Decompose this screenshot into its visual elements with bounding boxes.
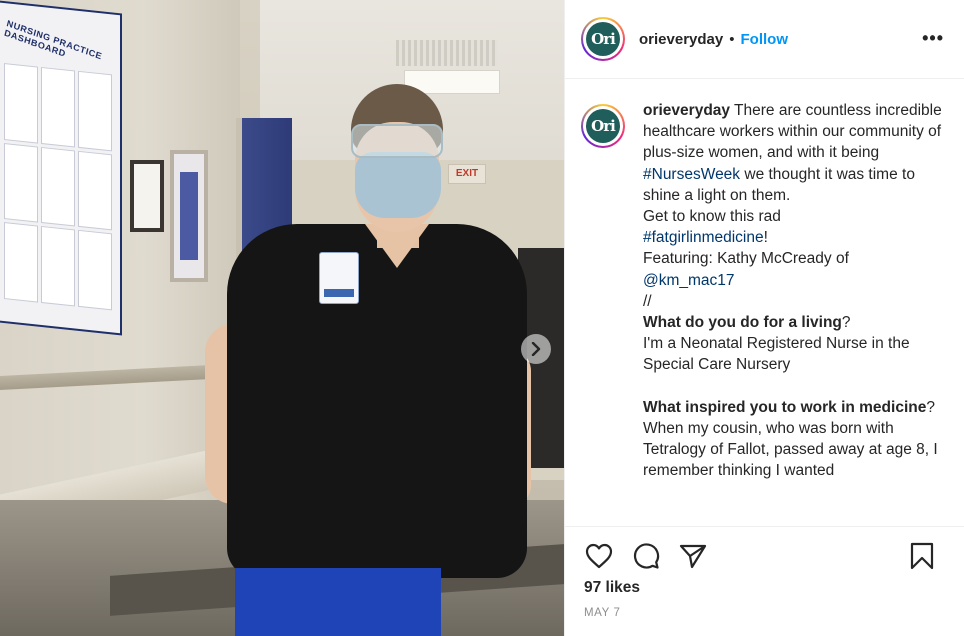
post-side-panel: Ori orieveryday • Follow ••• Ori oriever… [564, 0, 964, 636]
black-scrubs [227, 224, 527, 578]
comment-icon [633, 543, 660, 569]
heart-icon [585, 543, 613, 569]
likes-count[interactable]: 97 likes [565, 571, 964, 597]
chevron-right-icon [531, 342, 541, 356]
caption-line: Get to know this rad [643, 208, 781, 226]
question-heading: What inspired you to work in medicine [643, 398, 927, 416]
caption-username[interactable]: orieveryday [643, 102, 730, 119]
caption-area[interactable]: Ori orieveryday There are countless incr… [565, 80, 964, 526]
hashtag-link[interactable]: #fatgirlinmedicine [643, 229, 764, 246]
caption-slashes: // [643, 292, 652, 310]
wall-frame-tall [170, 150, 208, 282]
paper-plane-icon [679, 544, 707, 569]
post-header: Ori orieveryday • Follow ••• [565, 0, 964, 79]
id-badge [319, 252, 359, 304]
blue-pants [235, 568, 441, 636]
carousel-next-button[interactable] [521, 334, 551, 364]
face-mask [355, 152, 441, 218]
question-mark: ? [926, 398, 935, 416]
question-mark: ? [841, 314, 851, 332]
share-button[interactable] [677, 541, 709, 571]
separator-dot: • [729, 30, 735, 48]
nursing-dashboard-board: NURSING PRACTICE DASHBOARD [0, 0, 122, 336]
mention-link[interactable]: @km_mac17 [643, 272, 735, 289]
post-date: MAY 7 [584, 607, 621, 619]
nurse-figure [205, 84, 535, 636]
ceiling-vent [396, 40, 498, 66]
caption-text: orieveryday There are countless incredib… [643, 100, 943, 526]
avatar[interactable]: Ori [581, 17, 625, 61]
follow-button[interactable]: Follow [741, 31, 789, 48]
action-icons [565, 527, 964, 571]
avatar-logo: Ori [586, 22, 620, 56]
caption-featuring: Featuring: Kathy McCready of [643, 250, 849, 268]
answer-text: I'm a Neonatal Registered Nurse in the S… [643, 335, 910, 374]
caption-avatar[interactable]: Ori [581, 104, 625, 148]
caption-punct: ! [763, 229, 768, 247]
post-actions: 97 likes MAY 7 [565, 526, 964, 636]
like-button[interactable] [583, 541, 615, 571]
dashboard-charts [4, 63, 112, 311]
instagram-post: EXIT NURSING PRACTICE DASHBOARD Ori orie… [0, 0, 964, 636]
header-username[interactable]: orieveryday [639, 31, 723, 48]
comment-button[interactable] [630, 541, 662, 571]
answer-text: When my cousin, who was born with Tetral… [643, 419, 938, 480]
face-shield [351, 124, 443, 158]
post-photo[interactable]: EXIT NURSING PRACTICE DASHBOARD [0, 0, 564, 636]
more-options-icon[interactable]: ••• [922, 28, 944, 49]
avatar-logo: Ori [586, 109, 620, 143]
wall-frame [130, 160, 164, 232]
hashtag-link[interactable]: #NursesWeek [643, 166, 740, 183]
question-heading: What do you do for a living [643, 314, 842, 332]
save-button[interactable] [906, 541, 938, 571]
bookmark-icon [910, 542, 934, 570]
